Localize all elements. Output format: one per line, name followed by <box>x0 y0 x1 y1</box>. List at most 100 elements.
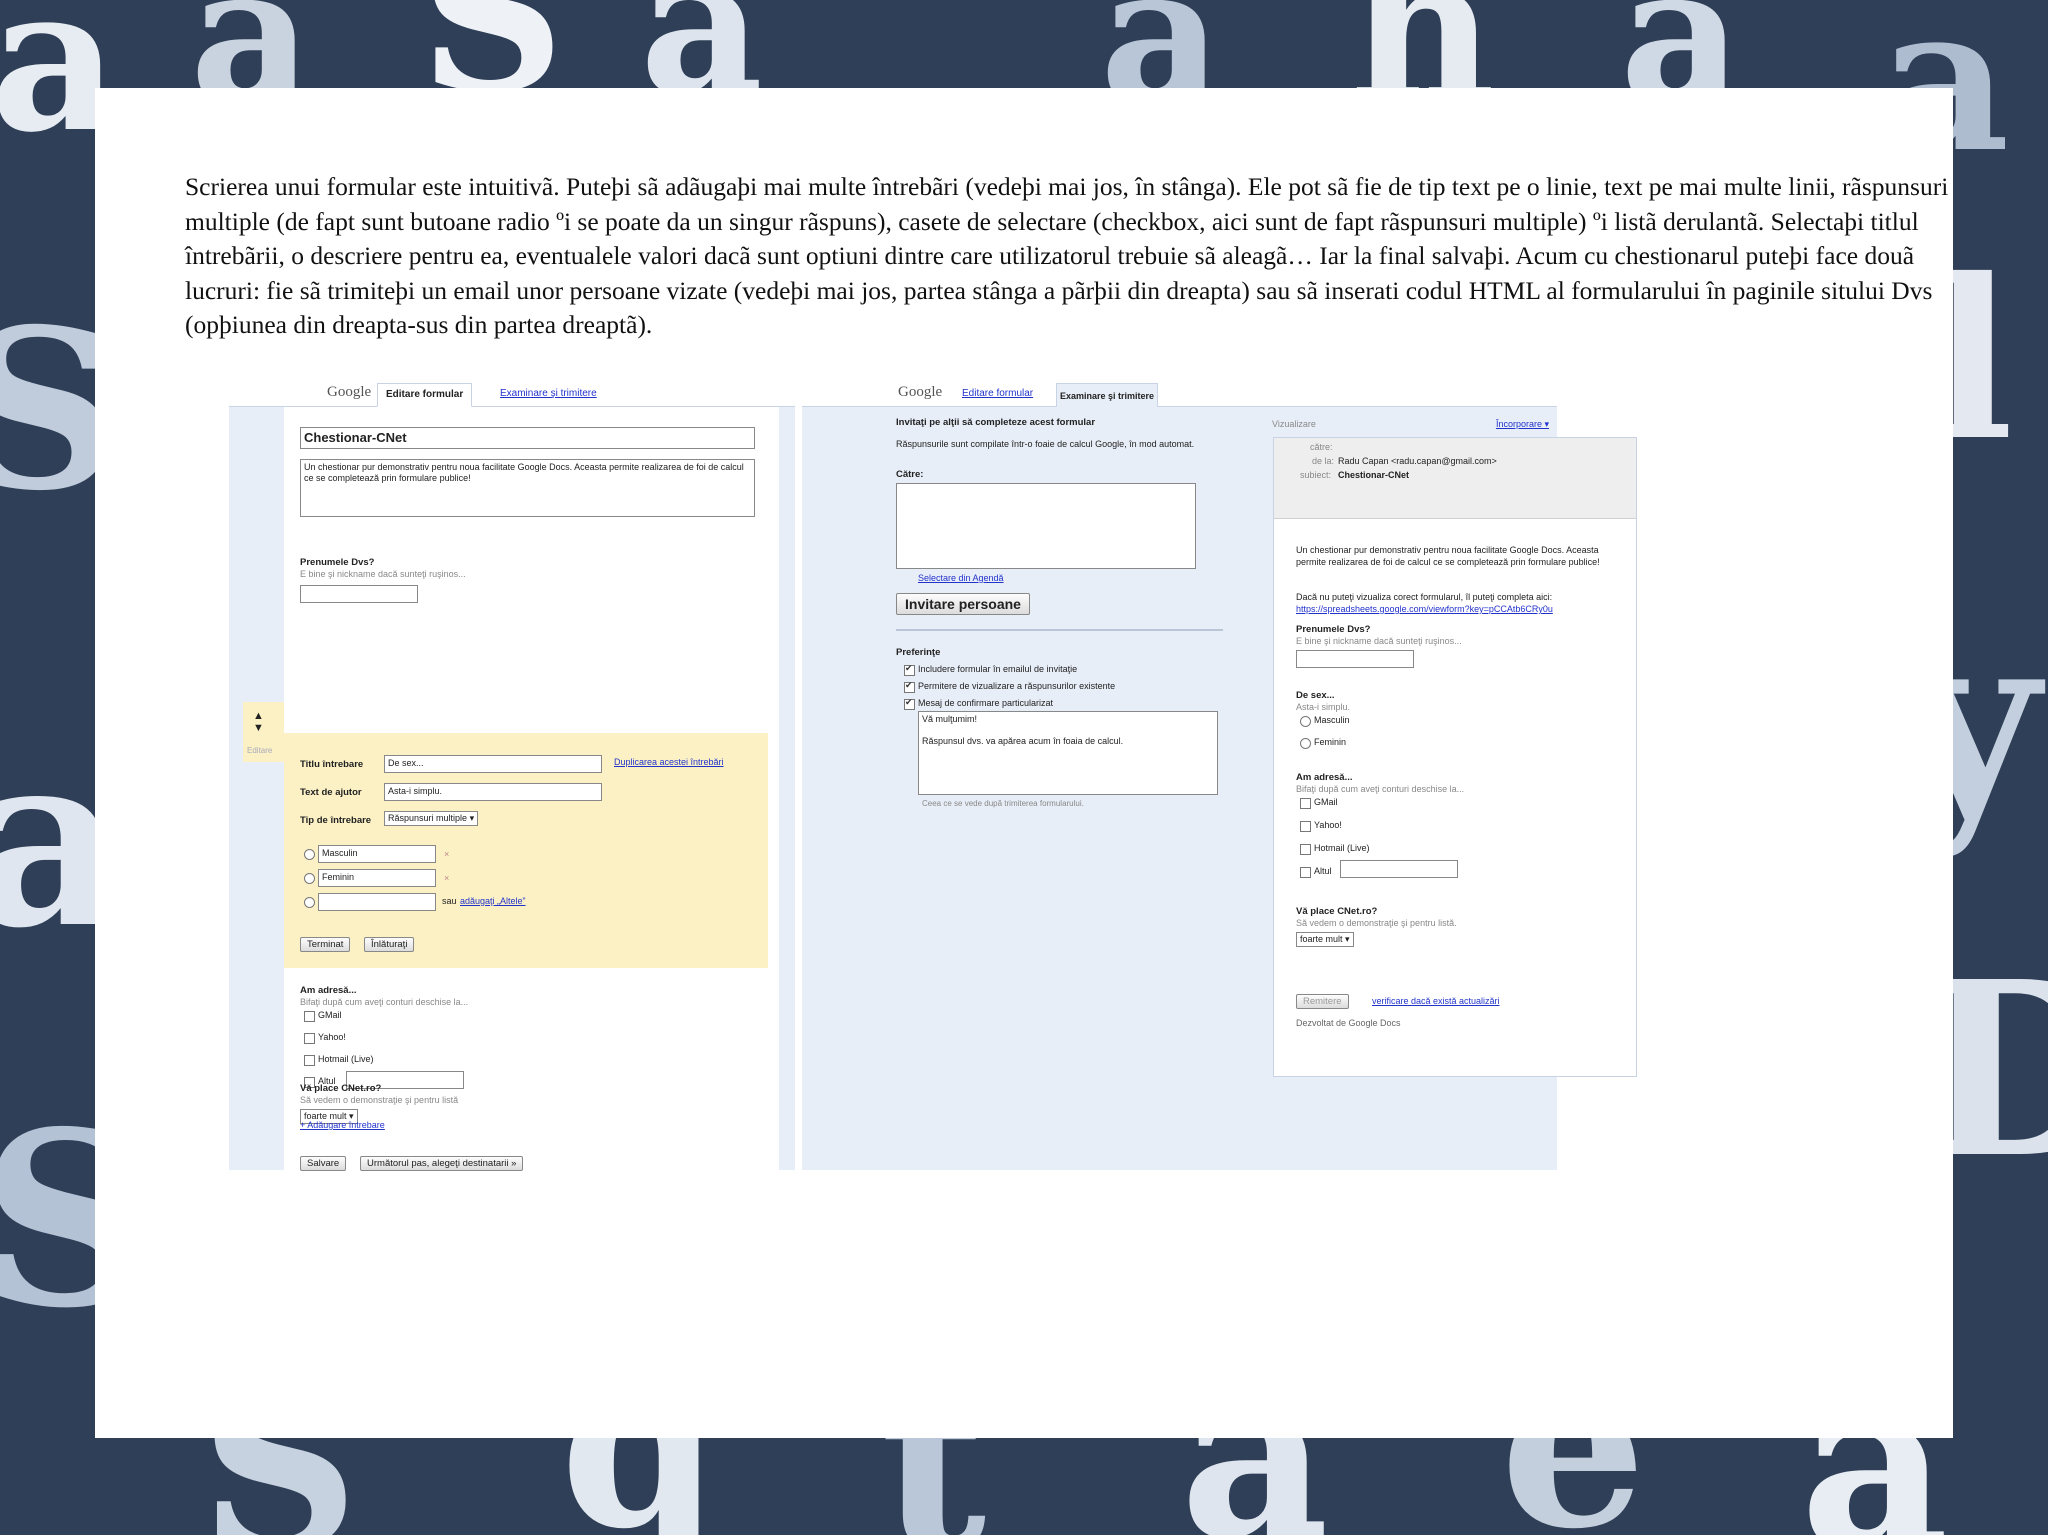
q3-checkbox-1[interactable] <box>304 1011 315 1022</box>
pv-q1-input[interactable] <box>1296 650 1414 668</box>
tab-review-send[interactable]: Examinare şi trimitere <box>1056 383 1159 408</box>
pv-q2-hint: Asta-i simplu. <box>1296 702 1351 712</box>
pv-q2-option-2: Feminin <box>1314 737 1347 747</box>
next-step-button[interactable]: Următorul pas, alegeţi destinatarii » <box>360 1156 524 1171</box>
pref-label-2: Permitere de vizualizare a răspunsurilor… <box>918 681 1116 691</box>
q3-hint: Bifaţi după cum aveţi conturi deschise l… <box>300 997 469 1007</box>
invite-title: Invitaţi pe alţii să completeze acest fo… <box>896 417 1096 428</box>
powered-by-text: Dezvoltat de Google Docs <box>1296 1018 1401 1028</box>
or-text: sau <box>442 896 457 906</box>
q1-hint: E bine şi nickname dacă sunteţi ruşinos.… <box>300 569 466 579</box>
pv-q3-checkbox-3[interactable] <box>1300 844 1311 855</box>
q4-label: Vă place CNet.ro? <box>300 1083 382 1094</box>
q3-option-2: Yahoo! <box>318 1032 346 1042</box>
pref-checkbox-2[interactable] <box>904 680 915 693</box>
option-radio <box>304 849 315 860</box>
pv-q2-option-1: Masculin <box>1314 715 1350 725</box>
section-divider <box>896 629 1223 631</box>
new-option-input[interactable] <box>318 893 436 911</box>
pv-q2-radio-1[interactable] <box>1300 716 1311 727</box>
duplicate-question-link[interactable]: Duplicarea acestei întrebări <box>614 757 724 767</box>
pv-q3-hint: Bifaţi după cum aveţi conturi deschise l… <box>1296 784 1465 794</box>
q3-checkbox-2[interactable] <box>304 1033 315 1044</box>
pv-q3-option-4: Altul <box>1314 866 1332 876</box>
add-question-link-bottom[interactable]: + Adăugare întrebare <box>300 1120 385 1130</box>
form-editor-screenshot: Google Editare formular Examinare şi tri… <box>229 380 795 1171</box>
embed-dropdown[interactable]: Încorporare ▾ <box>1496 419 1549 430</box>
subject-value: Chestionar-CNet <box>1338 470 1410 480</box>
review-send-screenshot: Google Editare formular Examinare şi tri… <box>802 380 1637 1170</box>
confirmation-message-input[interactable]: Vă mulţumim! Răspunsul dvs. va apărea ac… <box>918 711 1218 795</box>
add-other-link[interactable]: adăugaţi „Altele” <box>460 896 526 906</box>
pv-q3-checkbox-2[interactable] <box>1300 821 1311 832</box>
email-header: către: de la: Radu Capan <radu.capan@gma… <box>1274 438 1636 519</box>
tab-edit-form[interactable]: Editare formular <box>954 383 1041 405</box>
pref-checkbox-1[interactable] <box>904 663 915 676</box>
q3-checkbox-3[interactable] <box>304 1055 315 1066</box>
preview-link-intro: Dacă nu puteţi vizualiza corect formular… <box>1296 592 1553 602</box>
tab-edit-form[interactable]: Editare formular <box>377 383 473 407</box>
pv-q4-select-value: foarte mult <box>1300 934 1343 944</box>
chevron-down-icon: ▾ <box>1345 934 1350 944</box>
pv-q3-option-1: GMail <box>1314 797 1338 807</box>
address-book-link[interactable]: Selectare din Agendă <box>918 573 1004 583</box>
option-1-input[interactable]: Masculin <box>318 845 436 863</box>
editor-tab-bar: Google Editare formular Examinare şi tri… <box>229 380 795 407</box>
pv-q3-label: Am adresă... <box>1296 772 1353 783</box>
move-arrows-icon[interactable]: ▲ ▼ <box>253 710 264 734</box>
google-logo: Google <box>898 384 943 400</box>
email-preview-panel: către: de la: Radu Capan <radu.capan@gma… <box>1273 437 1637 1077</box>
pref-checkbox-3[interactable] <box>904 697 915 710</box>
tab-review-send[interactable]: Examinare şi trimitere <box>492 383 605 405</box>
q1-label: Prenumele Dvs? <box>300 557 375 568</box>
submit-button[interactable]: Remitere <box>1296 994 1349 1009</box>
question-drag-handle[interactable]: ▲ ▼ Editare <box>243 702 284 762</box>
form-description-input[interactable]: Un chestionar pur demonstrativ pentru no… <box>300 459 755 517</box>
invite-people-button[interactable]: Invitare persoane <box>896 593 1030 615</box>
pv-q2-radio-2[interactable] <box>1300 738 1311 749</box>
pv-q3-other-input[interactable] <box>1340 860 1458 878</box>
option-2-input[interactable]: Feminin <box>318 869 436 887</box>
pv-q3-checkbox-4[interactable] <box>1300 867 1311 878</box>
pv-q2-label: De sex... <box>1296 690 1335 701</box>
question-title-input[interactable]: De sex... <box>384 755 602 773</box>
pref-label-3: Mesaj de confirmare particularizat <box>918 698 1054 708</box>
q1-answer-field[interactable] <box>300 585 418 603</box>
confirmation-line-1: Vă mulţumim! <box>922 714 978 724</box>
chevron-down-icon: ▾ <box>469 813 475 823</box>
recipients-textarea[interactable] <box>896 483 1196 569</box>
check-updates-link[interactable]: verificare dacă există actualizări <box>1372 996 1500 1006</box>
question-type-value: Răspunsuri multiple <box>388 813 468 823</box>
pv-q3-checkbox-1[interactable] <box>1300 798 1311 809</box>
editor-canvas: Chestionar-CNet Un chestionar pur demons… <box>284 407 779 1170</box>
to-field-label: către: <box>1310 442 1333 452</box>
pv-q4-hint: Să vedem o demonstraţie şi pentru listă. <box>1296 918 1457 928</box>
question-edit-panel: Titlu întrebare De sex... Duplicarea ace… <box>284 733 768 968</box>
q3-option-1: GMail <box>318 1010 342 1020</box>
pv-q4-label: Vă place CNet.ro? <box>1296 906 1378 917</box>
confirmation-hint: Ceea ce se vede după trimiterea formular… <box>922 799 1084 808</box>
pv-q4-select[interactable]: foarte mult ▾ <box>1296 932 1354 947</box>
from-value: Radu Capan <radu.capan@gmail.com> <box>1338 456 1497 466</box>
from-label: de la: <box>1312 456 1335 466</box>
form-title-input[interactable]: Chestionar-CNet <box>300 427 755 449</box>
review-canvas: Invitaţi pe alţii să completeze acest fo… <box>896 407 1637 1170</box>
question-type-select[interactable]: Răspunsuri multiple ▾ <box>384 811 479 826</box>
preview-label: Vizualizare <box>1272 419 1316 429</box>
question-title-label: Titlu întrebare <box>300 759 364 770</box>
q3-label: Am adresă... <box>300 985 357 996</box>
remove-option-icon[interactable]: × <box>444 849 449 859</box>
google-logo: Google <box>327 384 372 400</box>
confirmation-line-2: Răspunsul dvs. va apărea acum în foaia d… <box>922 736 1124 746</box>
q4-hint: Să vedem o demonstraţie şi pentru listă <box>300 1095 459 1105</box>
done-button[interactable]: Terminat <box>300 937 351 952</box>
option-radio <box>304 897 315 908</box>
preview-form-link[interactable]: https://spreadsheets.google.com/viewform… <box>1296 604 1553 614</box>
pv-q3-option-3: Hotmail (Live) <box>1314 843 1370 853</box>
right-margin <box>779 407 795 1170</box>
remove-option-icon[interactable]: × <box>444 873 449 883</box>
help-text-input[interactable]: Asta-i simplu. <box>384 783 602 801</box>
save-button[interactable]: Salvare <box>300 1156 347 1171</box>
invite-description: Răspunsurile sunt compilate într-o foaie… <box>896 439 1195 449</box>
remove-button[interactable]: Înlăturaţi <box>364 937 415 952</box>
